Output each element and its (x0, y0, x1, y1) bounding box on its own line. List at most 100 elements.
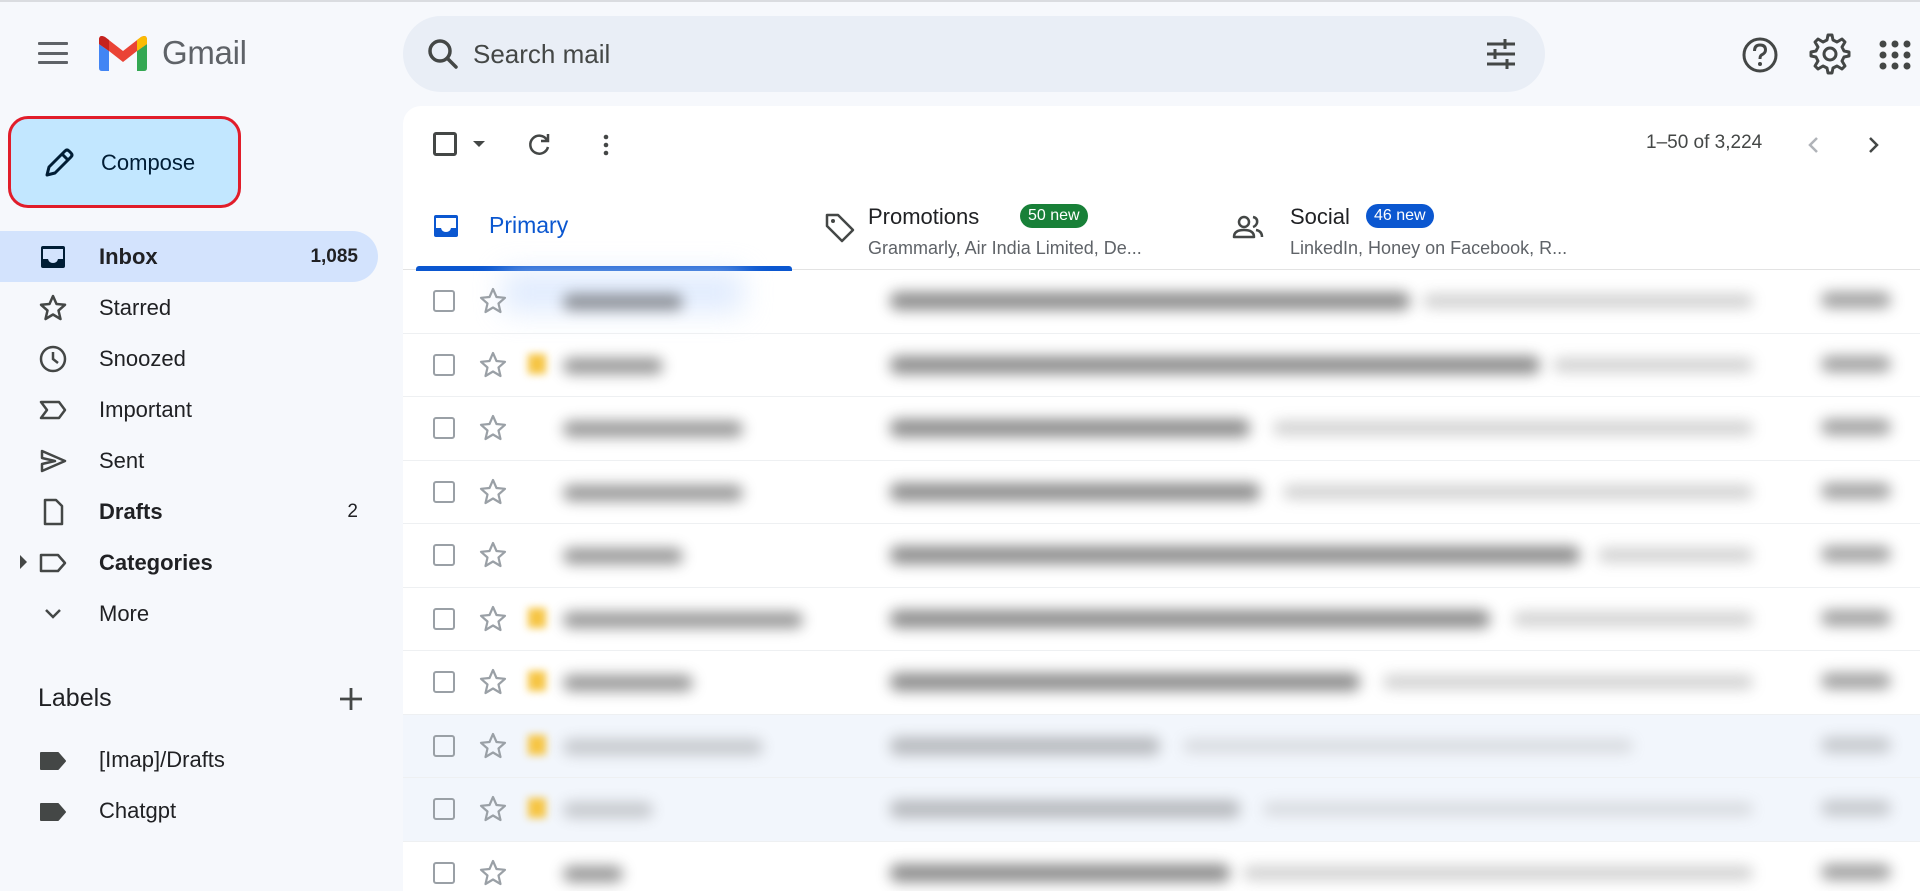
chevron-right-icon[interactable] (1858, 130, 1888, 160)
tab-primary[interactable]: Primary (416, 186, 792, 271)
label-item-imap-drafts[interactable]: [Imap]/Drafts (0, 734, 378, 785)
expand-caret-icon[interactable] (20, 555, 27, 569)
star-icon[interactable] (478, 413, 508, 443)
search-bar[interactable] (403, 16, 1545, 92)
important-marker-icon[interactable] (528, 607, 546, 628)
sidebar-item-sent[interactable]: Sent (0, 435, 378, 486)
email-row[interactable] (403, 778, 1920, 842)
star-icon[interactable] (478, 731, 508, 761)
row-checkbox[interactable] (433, 861, 455, 884)
tab-promotions[interactable]: Promotions 50 new Grammarly, Air India L… (823, 186, 1203, 270)
email-row[interactable] (403, 524, 1920, 588)
gmail-m-icon (99, 36, 147, 71)
blurred-snippet (1243, 865, 1753, 880)
sidebar-item-snoozed[interactable]: Snoozed (0, 333, 378, 384)
blurred-snippet (1183, 738, 1633, 753)
gmail-logo[interactable]: Gmail (98, 34, 247, 72)
more-vert-icon[interactable] (591, 130, 621, 160)
sidebar-item-more[interactable]: More (0, 588, 378, 639)
label-item-chatgpt[interactable]: Chatgpt (0, 785, 378, 836)
chevron-down-icon (45, 609, 61, 619)
email-row[interactable] (403, 461, 1920, 524)
important-icon (39, 400, 67, 420)
row-checkbox[interactable] (433, 417, 455, 439)
row-checkbox[interactable] (433, 607, 455, 630)
app-name: Gmail (162, 34, 247, 71)
blurred-sender (563, 421, 743, 437)
email-row[interactable] (403, 334, 1920, 397)
row-checkbox[interactable] (433, 353, 455, 376)
select-all-checkbox[interactable] (433, 132, 457, 156)
star-icon[interactable] (478, 604, 508, 634)
pagination-text: 1–50 of 3,224 (1646, 132, 1763, 153)
row-checkbox[interactable] (433, 798, 455, 820)
star-icon[interactable] (478, 286, 508, 316)
blurred-snippet (1513, 611, 1753, 626)
blurred-subject (890, 800, 1240, 818)
star-icon (39, 294, 67, 321)
search-options-icon[interactable] (1483, 36, 1519, 72)
blurred-sender (563, 548, 683, 564)
star-icon[interactable] (478, 794, 508, 824)
email-row[interactable] (403, 842, 1920, 891)
pencil-icon (45, 148, 74, 177)
settings-gear-icon[interactable] (1809, 33, 1851, 75)
important-marker-icon[interactable] (528, 671, 546, 691)
new-count-badge: 50 new (1020, 204, 1088, 228)
important-marker-icon[interactable] (528, 798, 546, 818)
star-icon[interactable] (478, 477, 508, 507)
row-checkbox[interactable] (433, 544, 455, 566)
star-icon[interactable] (478, 350, 508, 380)
row-checkbox[interactable] (433, 290, 455, 312)
main-menu-icon[interactable] (34, 38, 72, 68)
important-marker-icon[interactable] (528, 734, 546, 755)
sidebar-item-drafts[interactable]: Drafts 2 (0, 486, 378, 537)
blurred-subject (890, 482, 1260, 501)
blurred-date (1821, 800, 1891, 816)
email-row[interactable] (403, 714, 1920, 778)
chevron-left-icon[interactable] (1799, 130, 1829, 160)
email-row[interactable] (403, 588, 1920, 651)
compose-button[interactable]: Compose (8, 116, 241, 208)
sidebar-item-important[interactable]: Important (0, 384, 378, 435)
add-label-icon[interactable] (336, 684, 366, 714)
blurred-sender (563, 484, 743, 501)
select-options-caret-icon[interactable] (473, 141, 485, 147)
refresh-icon[interactable] (524, 130, 554, 160)
blurred-snippet (1263, 802, 1753, 816)
compose-label: Compose (101, 150, 196, 175)
sidebar-item-starred[interactable]: Starred (0, 282, 378, 333)
blurred-snippet (1283, 484, 1753, 499)
new-count-badge: 46 new (1366, 204, 1434, 228)
row-checkbox[interactable] (433, 671, 455, 693)
people-icon (1232, 215, 1264, 239)
email-row[interactable] (403, 651, 1920, 715)
row-checkbox[interactable] (433, 734, 455, 757)
search-input[interactable] (473, 32, 1373, 76)
category-tabs: Primary Promotions 50 new Grammarly, Air… (403, 186, 1920, 271)
sidebar-item-inbox[interactable]: Inbox 1,085 (0, 231, 378, 282)
email-row[interactable] (403, 397, 1920, 461)
search-icon[interactable] (423, 34, 463, 74)
star-icon[interactable] (478, 540, 508, 570)
blurred-date (1821, 292, 1891, 308)
sidebar-item-label: Drafts (99, 498, 163, 524)
email-row[interactable] (403, 270, 1920, 334)
blurred-snippet (1383, 675, 1753, 689)
top-border (0, 0, 1920, 2)
blurred-subject (890, 673, 1360, 691)
label-icon (40, 752, 66, 770)
sidebar-item-categories[interactable]: Categories (0, 537, 378, 588)
blurred-subject (890, 355, 1540, 374)
google-apps-icon[interactable] (1878, 40, 1920, 70)
important-marker-icon[interactable] (528, 353, 546, 374)
tab-social[interactable]: Social 46 new LinkedIn, Honey on Faceboo… (1223, 186, 1623, 270)
star-icon[interactable] (478, 667, 508, 697)
row-checkbox[interactable] (433, 480, 455, 503)
blurred-subject (890, 546, 1580, 564)
help-icon[interactable] (1740, 35, 1780, 75)
star-icon[interactable] (478, 858, 508, 888)
blurred-date (1821, 482, 1891, 499)
blurred-date (1821, 673, 1891, 689)
label-name: Chatgpt (99, 798, 177, 823)
